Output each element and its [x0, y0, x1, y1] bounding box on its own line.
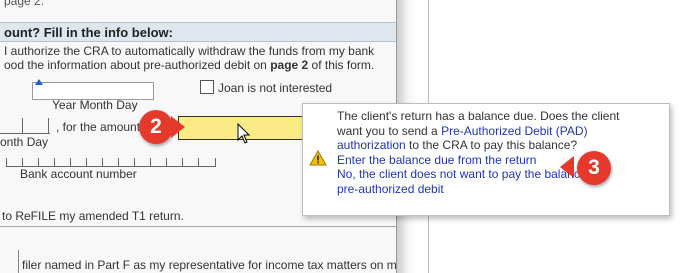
authorize-text-line1: I authorize the CRA to automatically wit…: [4, 44, 375, 58]
segment-tick: [54, 158, 55, 166]
bank-account-label: Bank account number: [20, 167, 137, 181]
tooltip-line1: The client's return has a balance due. D…: [337, 109, 620, 123]
tooltip-line2: want you to send a Pre-Authorized Debit …: [337, 123, 588, 138]
step-badge-3: 3: [577, 151, 611, 185]
checkbox-label: Joan is not interested: [218, 81, 333, 95]
section-heading: ount? Fill in the info below:: [4, 25, 173, 40]
divider: [0, 226, 396, 227]
segment-tick: [38, 158, 39, 166]
date-label: Year Month Day: [52, 98, 138, 112]
balance-due-tooltip: The client's return has a balance due. D…: [302, 103, 670, 216]
representative-text: filer named in Part F as my representati…: [22, 258, 397, 272]
joan-not-interested-checkbox[interactable]: [200, 80, 214, 94]
page-ref-text: page 2.: [4, 0, 45, 8]
step-badge-2: 2: [139, 110, 173, 144]
segment-tick: [118, 158, 119, 166]
badge-3-arrow: [560, 156, 574, 178]
segment-tick: [134, 158, 135, 166]
amount-label: , for the amount: [56, 120, 141, 134]
month-day-label: onth Day: [0, 135, 49, 149]
refile-text: to ReFILE my amended T1 return.: [2, 209, 184, 223]
divider: [18, 250, 19, 273]
tooltip-line3: authorization to the CRA to pay this bal…: [337, 138, 578, 152]
badge-2-arrow: [171, 116, 185, 138]
segment-tick: [48, 118, 49, 133]
date-segment-line: [0, 133, 50, 134]
pad-link[interactable]: Pre-Authorized Debit (PAD): [441, 124, 588, 138]
segment-tick: [102, 158, 103, 166]
caret-marker-icon: [35, 79, 43, 85]
tooltip-message: The client's return has a balance due. D…: [337, 109, 657, 196]
section-header: ount? Fill in the info below:: [0, 22, 396, 42]
page2-link-text: page 2: [270, 58, 309, 72]
segment-tick: [182, 158, 183, 166]
segment-tick: [86, 158, 87, 166]
option-no-pad-line2[interactable]: pre-authorized debit: [337, 182, 657, 197]
segment-tick: [22, 158, 23, 166]
warning-icon: [309, 150, 327, 166]
authorize-text-line2: ood the information about pre-authorized…: [4, 58, 375, 72]
segment-tick: [70, 158, 71, 166]
segment-tick: [22, 118, 23, 133]
segment-tick: [198, 158, 199, 166]
segment-tick: [6, 158, 7, 166]
segment-tick: [215, 158, 216, 166]
authorization-link[interactable]: authorization: [337, 138, 406, 152]
segment-tick: [150, 158, 151, 166]
segment-tick: [166, 158, 167, 166]
mouse-cursor-icon: [237, 123, 251, 144]
